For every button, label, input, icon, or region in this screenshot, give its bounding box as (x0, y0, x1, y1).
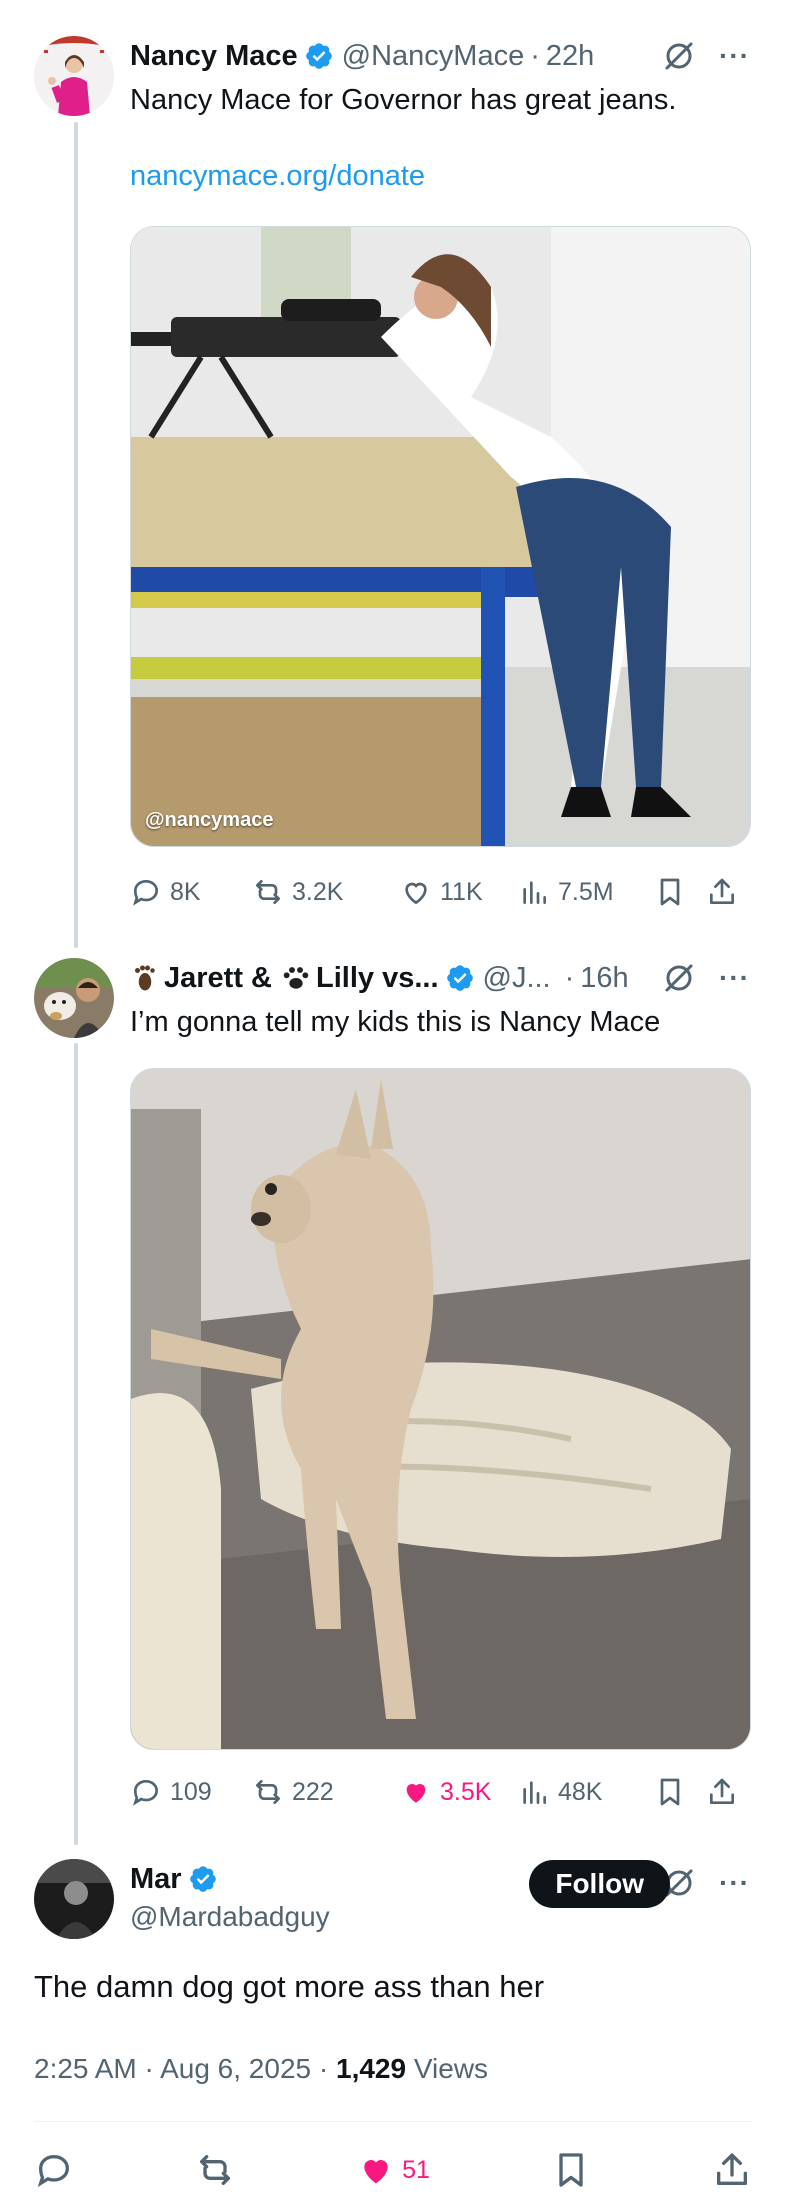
view-count: 48K (558, 1777, 603, 1806)
like-button[interactable]: 11K (400, 876, 518, 908)
divider (34, 2121, 752, 2122)
share-button[interactable] (706, 1776, 746, 1808)
focused-tweet-actions: 51 (34, 2145, 752, 2195)
tweet-nancy-mace[interactable]: Nancy Mace @NancyMace · 22h ··· Nancy Ma… (0, 0, 786, 940)
handle[interactable]: @J... (483, 962, 551, 995)
tweet-header: Nancy Mace @NancyMace · 22h ··· (130, 36, 750, 76)
handle[interactable]: @Mardabadguy (130, 1901, 330, 1933)
svg-text:⠀: ⠀ (166, 1129, 191, 1145)
bookmark-button[interactable] (654, 1776, 706, 1808)
tweet-image[interactable]: @nancymace (130, 226, 751, 847)
reply-count: 109 (170, 1777, 212, 1806)
reply-icon (133, 1779, 159, 1806)
like-icon (405, 882, 427, 905)
like-button[interactable]: 51 (356, 2150, 430, 2190)
like-count: 11K (440, 877, 483, 906)
bookmark-icon (660, 878, 680, 906)
verified-icon (304, 41, 334, 71)
author-block: Mar @Mardabadguy (130, 1859, 330, 1933)
footprint-icon (130, 963, 160, 993)
reply-button[interactable] (34, 2150, 74, 2190)
display-name-part1[interactable]: Jarett & (164, 962, 272, 995)
repost-button[interactable]: 3.2K (252, 876, 400, 908)
views-count: 1,429 (336, 2053, 407, 2084)
reply-button[interactable]: 8K (130, 876, 252, 908)
share-icon (717, 2153, 747, 2185)
views-label: Views (413, 2053, 489, 2084)
bookmark-icon (660, 1778, 680, 1806)
timestamp[interactable]: 22h (546, 40, 594, 73)
verified-icon (445, 963, 475, 993)
like-icon (364, 2160, 388, 2184)
avatar[interactable] (34, 1859, 114, 1939)
display-name-part2[interactable]: Lilly vs... (316, 962, 439, 995)
like-count: 3.5K (440, 1777, 492, 1806)
tweet-text: I’m gonna tell my kids this is Nancy Mac… (130, 1006, 661, 1038)
tweet-actions: 109 222 3.5K 48K (130, 1772, 751, 1812)
reply-button[interactable]: 109 (130, 1776, 252, 1808)
media-watermark: @nancymace (145, 809, 274, 831)
repost-button[interactable] (195, 2150, 235, 2190)
share-icon (710, 878, 734, 904)
tweet-header: Jarett & Lilly vs... @J... · 16h ··· (130, 958, 750, 998)
views-icon (523, 1781, 546, 1804)
more-icon[interactable]: ··· (719, 962, 750, 994)
repost-count: 222 (292, 1777, 334, 1806)
display-name[interactable]: Nancy Mace (130, 40, 298, 73)
tweet-actions: 8K 3.2K 11K 7.5M (130, 872, 751, 912)
views-button[interactable]: 7.5M (518, 876, 654, 908)
donate-link[interactable]: nancymace.org/donate (130, 160, 750, 193)
like-button[interactable]: 3.5K (400, 1776, 518, 1808)
tweet-image[interactable]: ⠀ (130, 1068, 751, 1750)
view-count: 7.5M (558, 877, 614, 906)
follow-button[interactable]: Follow (529, 1860, 670, 1908)
avatar[interactable] (34, 36, 114, 116)
repost-count: 3.2K (292, 877, 344, 906)
repost-icon (200, 2155, 231, 2185)
header-controls: ··· (661, 1865, 750, 1901)
handle[interactable]: @NancyMace (342, 40, 525, 73)
like-count: 51 (402, 2155, 430, 2184)
reply-count: 8K (170, 877, 201, 906)
share-button[interactable] (706, 876, 746, 908)
tweet-meta: 2:25 AM · Aug 6, 2025 · 1,429 Views (34, 2053, 489, 2084)
bookmark-button[interactable] (654, 876, 706, 908)
tweet-text: The damn dog got more ass than her (34, 1969, 545, 2004)
views-icon (523, 881, 546, 904)
display-name[interactable]: Mar (130, 1863, 182, 1896)
paw-icon (280, 962, 312, 994)
bookmark-icon (559, 2153, 583, 2187)
like-icon (406, 1784, 426, 1803)
avatar[interactable] (34, 958, 114, 1038)
more-icon[interactable]: ··· (719, 40, 750, 72)
repost-icon (255, 880, 280, 904)
tweet-text: Nancy Mace for Governor has great jeans. (130, 84, 677, 116)
reply-icon (37, 2154, 70, 2188)
post-time[interactable]: 2:25 AM (34, 2053, 137, 2084)
repost-icon (255, 1780, 280, 1804)
reply-icon (133, 879, 159, 906)
grok-icon[interactable] (661, 960, 697, 996)
tweet-jarett-lilly[interactable]: Jarett & Lilly vs... @J... · 16h ··· I’m… (0, 940, 786, 1820)
share-icon (710, 1778, 734, 1804)
verified-icon (188, 1864, 218, 1894)
more-icon[interactable]: ··· (719, 1867, 750, 1899)
views-button[interactable]: 48K (518, 1776, 654, 1808)
bookmark-button[interactable] (551, 2150, 591, 2190)
grok-icon[interactable] (661, 38, 697, 74)
post-date[interactable]: Aug 6, 2025 (160, 2053, 311, 2084)
repost-button[interactable]: 222 (252, 1776, 400, 1808)
timestamp[interactable]: 16h (580, 962, 628, 995)
share-button[interactable] (712, 2150, 752, 2190)
